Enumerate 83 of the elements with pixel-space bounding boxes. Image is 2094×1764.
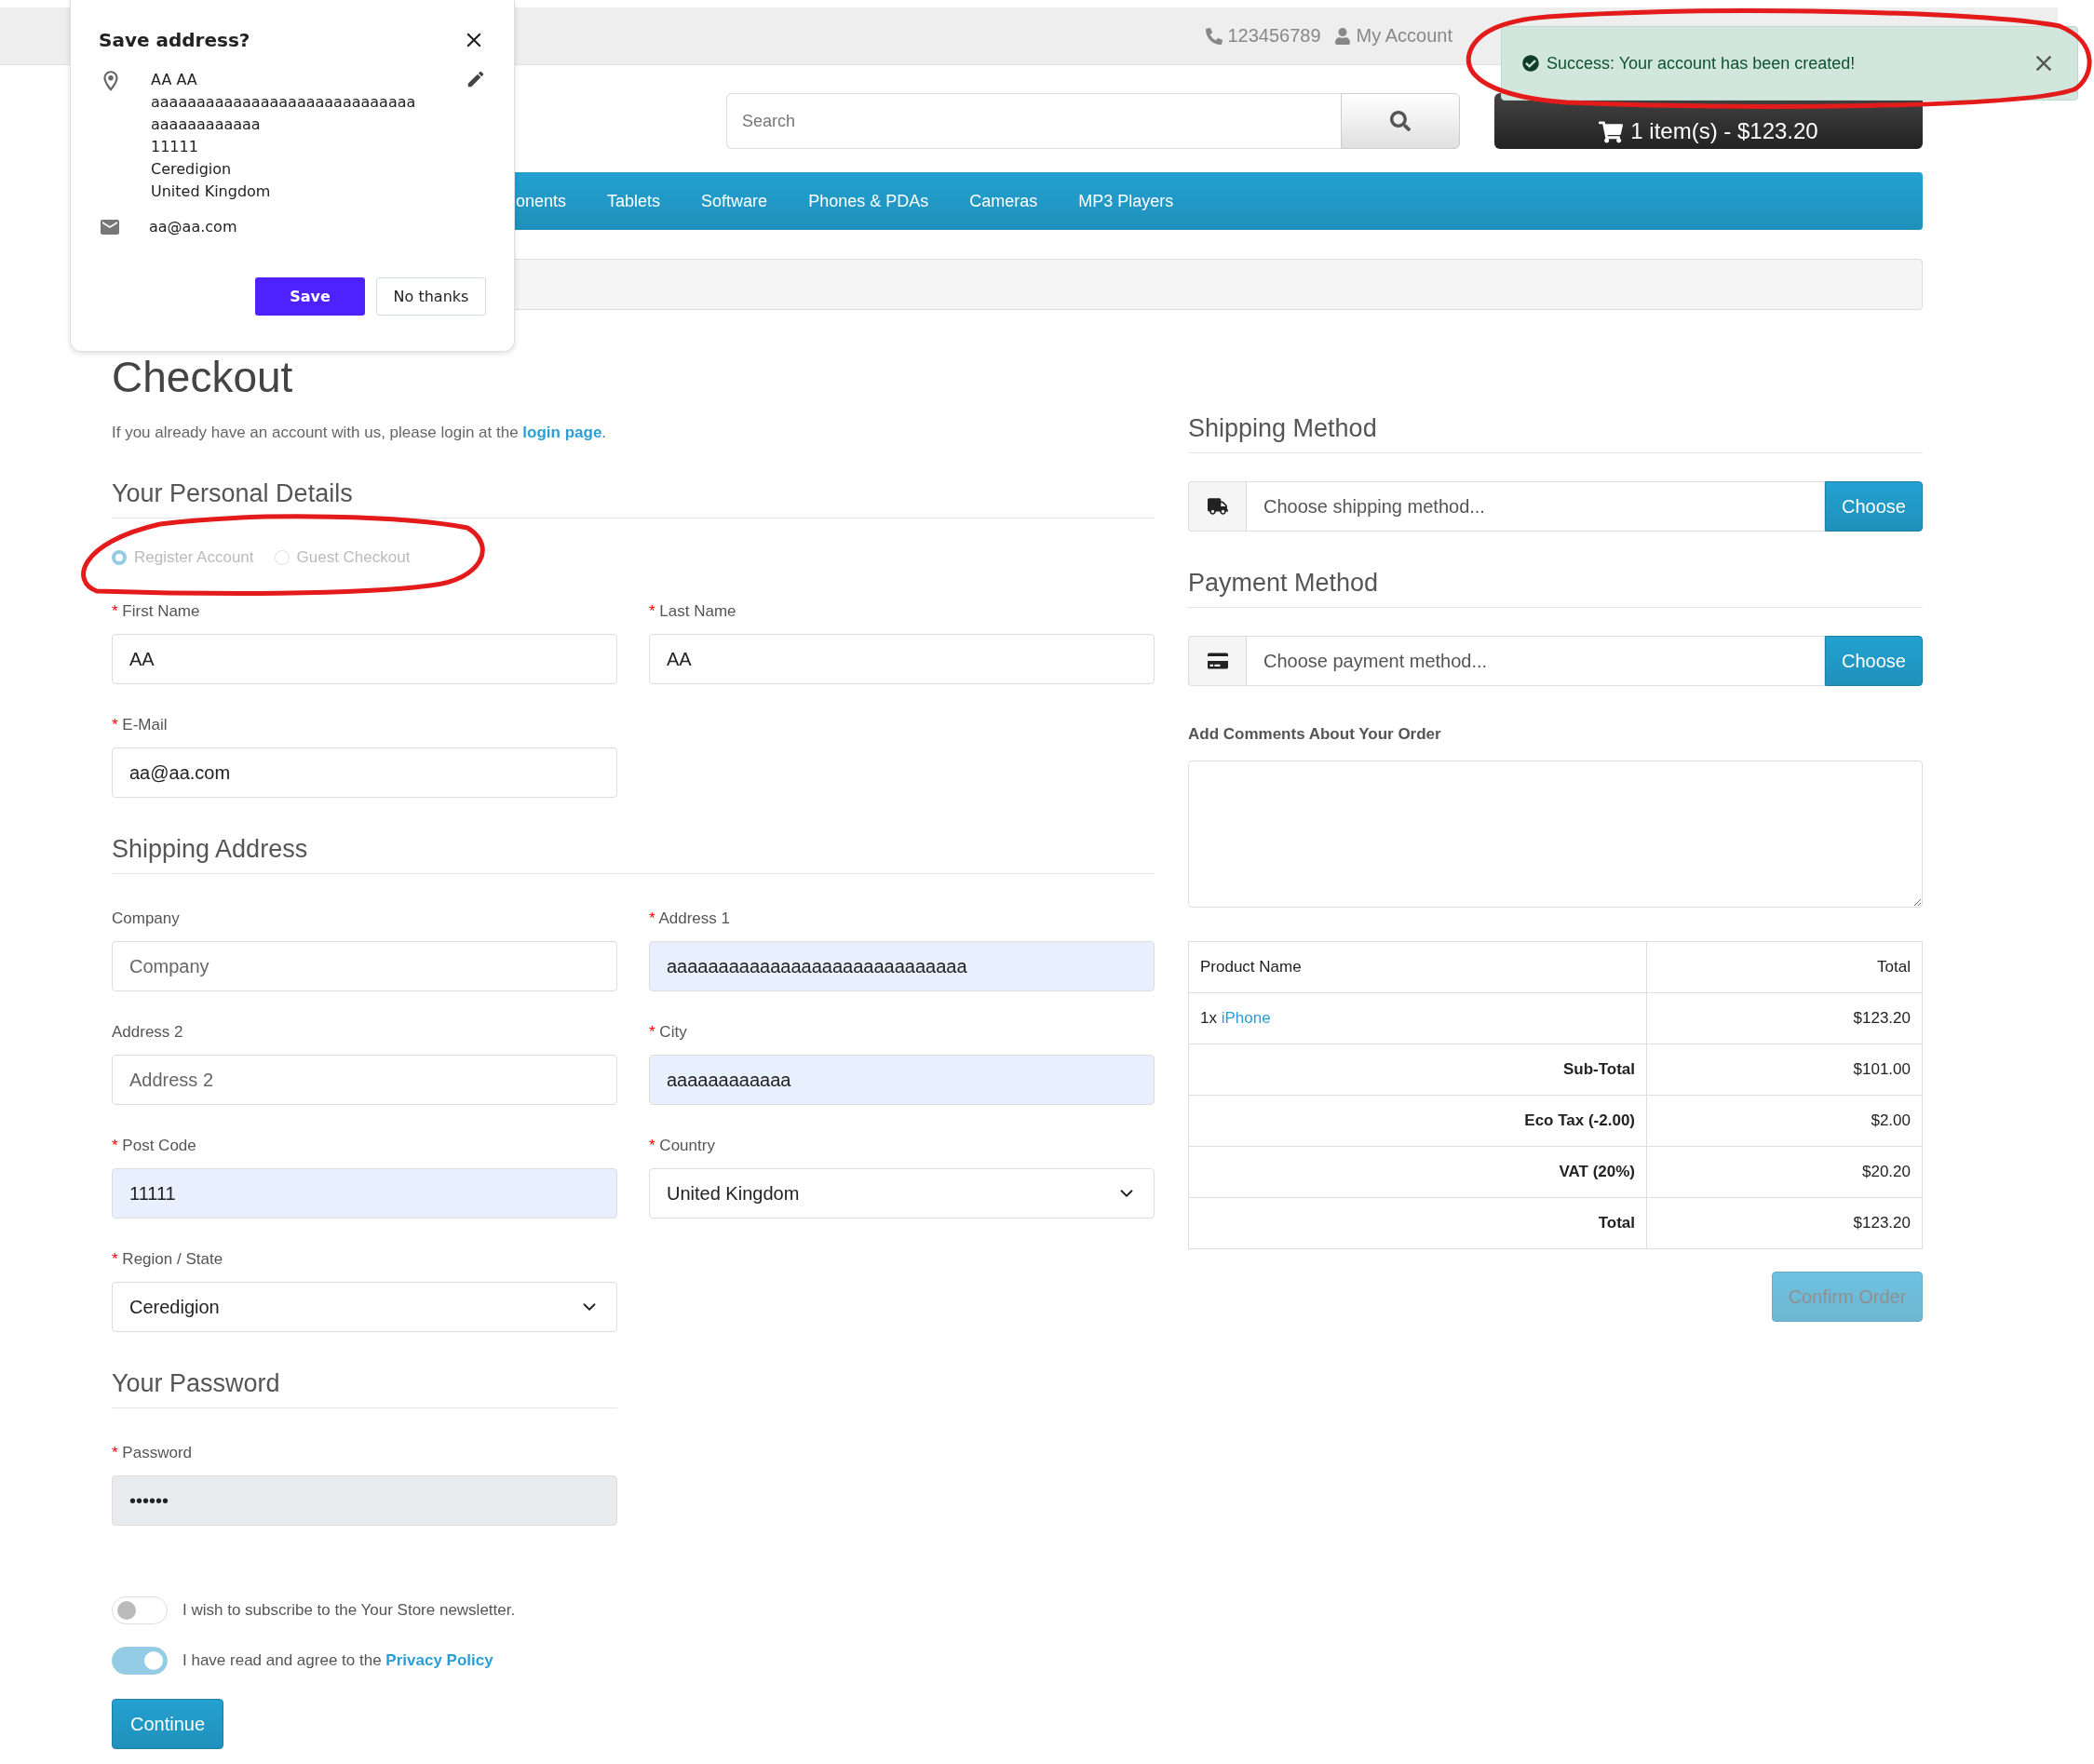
intro-text: If you already have an account with us, please login at the login page. [112, 424, 608, 442]
nav-link[interactable]: Phones & PDAs [788, 191, 950, 211]
shipping-method-field[interactable]: Choose shipping method... [1246, 481, 1825, 532]
payment-method-field[interactable]: Choose payment method... [1246, 636, 1825, 686]
input-field[interactable]: AA [649, 634, 1155, 684]
choose-shipping-button[interactable]: Choose [1825, 481, 1923, 532]
address-line: aaaaaaaaaaaaaaaaaaaaaaaaaaaaa [151, 92, 417, 113]
field-label: * Address 1 [649, 909, 731, 928]
search-field[interactable]: Search [726, 93, 1341, 149]
table-cell: $101.00 [1646, 1044, 1923, 1096]
field-label: Address 2 [112, 1023, 184, 1042]
table-cell: $123.20 [1646, 1197, 1923, 1249]
login-link[interactable]: login page [522, 424, 602, 441]
input-field[interactable]: Company [112, 941, 617, 991]
popup-title: Save address? [99, 29, 250, 51]
quantity-text: 1x [1200, 1009, 1217, 1027]
nav-link[interactable]: Cameras [949, 191, 1059, 211]
table-cell: Total [1188, 1197, 1647, 1249]
table-cell: $123.20 [1646, 992, 1923, 1044]
nav-link[interactable]: Software [681, 191, 789, 211]
toast-message: Success: Your account has been created! [1547, 53, 1857, 74]
nav-link[interactable]: MP3 Players [1058, 191, 1195, 211]
input-field[interactable]: aaaaaaaaaaaa [649, 1055, 1155, 1105]
input-field[interactable]: aa@aa.com [112, 747, 617, 798]
section-heading: Shipping Address [112, 835, 1155, 874]
select-field[interactable]: Ceredigion [112, 1282, 617, 1332]
address-line: 11111 [151, 137, 199, 157]
section-heading: Payment Method [1188, 569, 1923, 608]
table-header: Product Name [1188, 941, 1647, 993]
agreement-text: I wish to subscribe to the Your Store newsletter. [182, 1601, 516, 1620]
address-line: AA AA [151, 70, 198, 90]
field-label: * Post Code [112, 1137, 197, 1155]
search-button[interactable] [1341, 93, 1460, 149]
product-link[interactable]: iPhone [1221, 1009, 1271, 1027]
field-label: * Country [649, 1137, 716, 1155]
phone-icon [1205, 27, 1223, 45]
credit-card-icon [1207, 651, 1228, 671]
cart-icon [1599, 120, 1624, 144]
account-link[interactable]: My Account [1333, 25, 1452, 47]
nav-link[interactable]: onents [516, 191, 588, 211]
input-field[interactable]: 11111 [112, 1168, 617, 1219]
table-header: Total [1646, 941, 1923, 993]
table-cell: $20.20 [1646, 1146, 1923, 1198]
address-line: Ceredigion [151, 159, 233, 180]
input-field[interactable]: aaaaaaaaaaaaaaaaaaaaaaaaaaaaa [649, 941, 1155, 991]
select-field[interactable]: United Kingdom [649, 1168, 1155, 1219]
table-cell: $2.00 [1646, 1095, 1923, 1147]
continue-button[interactable]: Continue [112, 1699, 224, 1749]
page-title: Checkout [112, 353, 294, 401]
field-label: * City [649, 1023, 688, 1042]
truck-icon [1207, 496, 1228, 517]
input-field[interactable]: AA [112, 634, 617, 684]
check-icon [1522, 55, 1539, 72]
section-heading: Your Personal Details [112, 479, 1155, 518]
field-label: * Last Name [649, 602, 737, 621]
toggle-switch[interactable] [112, 1596, 168, 1624]
table-cell: VAT (20%) [1188, 1146, 1647, 1198]
address-line: aaaaaaaaaaaa [151, 114, 262, 135]
toggle-switch[interactable] [112, 1647, 168, 1675]
nav-link[interactable]: Tablets [587, 191, 682, 211]
no-thanks-button[interactable]: No thanks [376, 277, 486, 316]
field-label: * Password [112, 1444, 193, 1462]
table-cell: Eco Tax (-2.00) [1188, 1095, 1647, 1147]
popup-email: aa@aa.com [149, 217, 237, 237]
field-label: * E-Mail [112, 716, 169, 734]
section-heading: Your Password [112, 1369, 617, 1408]
comments-field[interactable] [1188, 761, 1923, 908]
save-button[interactable]: Save [255, 277, 365, 316]
field-label: Company [112, 909, 181, 928]
input-field[interactable]: Address 2 [112, 1055, 617, 1105]
field-label: * Region / State [112, 1250, 224, 1269]
section-heading: Shipping Method [1188, 414, 1923, 453]
user-icon [1333, 27, 1351, 45]
privacy-policy-link[interactable]: Privacy Policy [385, 1651, 493, 1669]
choose-payment-button[interactable]: Choose [1825, 636, 1923, 686]
field-label: * First Name [112, 602, 201, 621]
comments-label: Add Comments About Your Order [1188, 725, 1442, 744]
phone-link[interactable]: 123456789 [1205, 25, 1321, 47]
address-line: United Kingdom [151, 182, 272, 202]
agreement-text: I have read and agree to the Privacy Policy [182, 1651, 493, 1670]
table-cell: Sub-Total [1188, 1044, 1647, 1096]
search-icon [1390, 111, 1411, 131]
edit-icon[interactable] [466, 69, 486, 89]
